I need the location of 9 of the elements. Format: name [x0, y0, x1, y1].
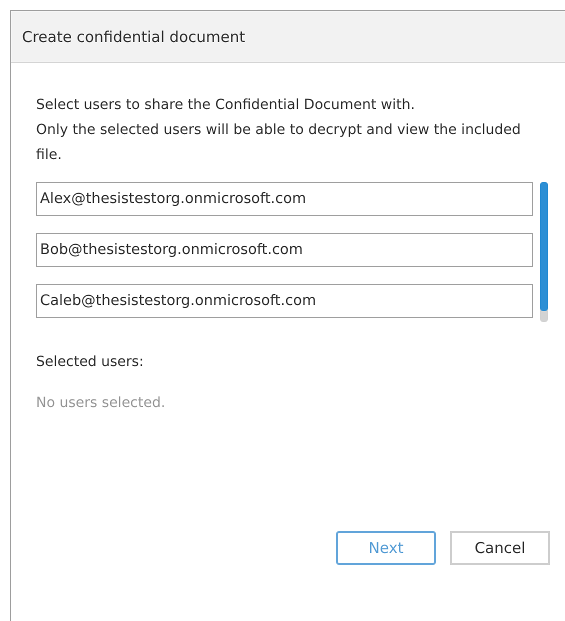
empty-selection-text: No users selected.: [36, 395, 166, 411]
email-field[interactable]: Alex@thesistestorg.onmicrosoft.com: [36, 182, 533, 216]
email-field[interactable]: Bob@thesistestorg.onmicrosoft.com: [36, 233, 533, 267]
selected-users-label: Selected users:: [36, 354, 145, 370]
dialog-title: Create confidential document: [22, 28, 246, 46]
cancel-button[interactable]: Cancel: [450, 531, 550, 565]
scrollbar[interactable]: [540, 182, 548, 322]
instructions-text: Select users to share the Confidential Document with. Only the selected users will be able to decrypt and view the included file.: [36, 96, 522, 165]
email-field[interactable]: Caleb@thesistestorg.onmicrosoft.com: [36, 284, 533, 318]
